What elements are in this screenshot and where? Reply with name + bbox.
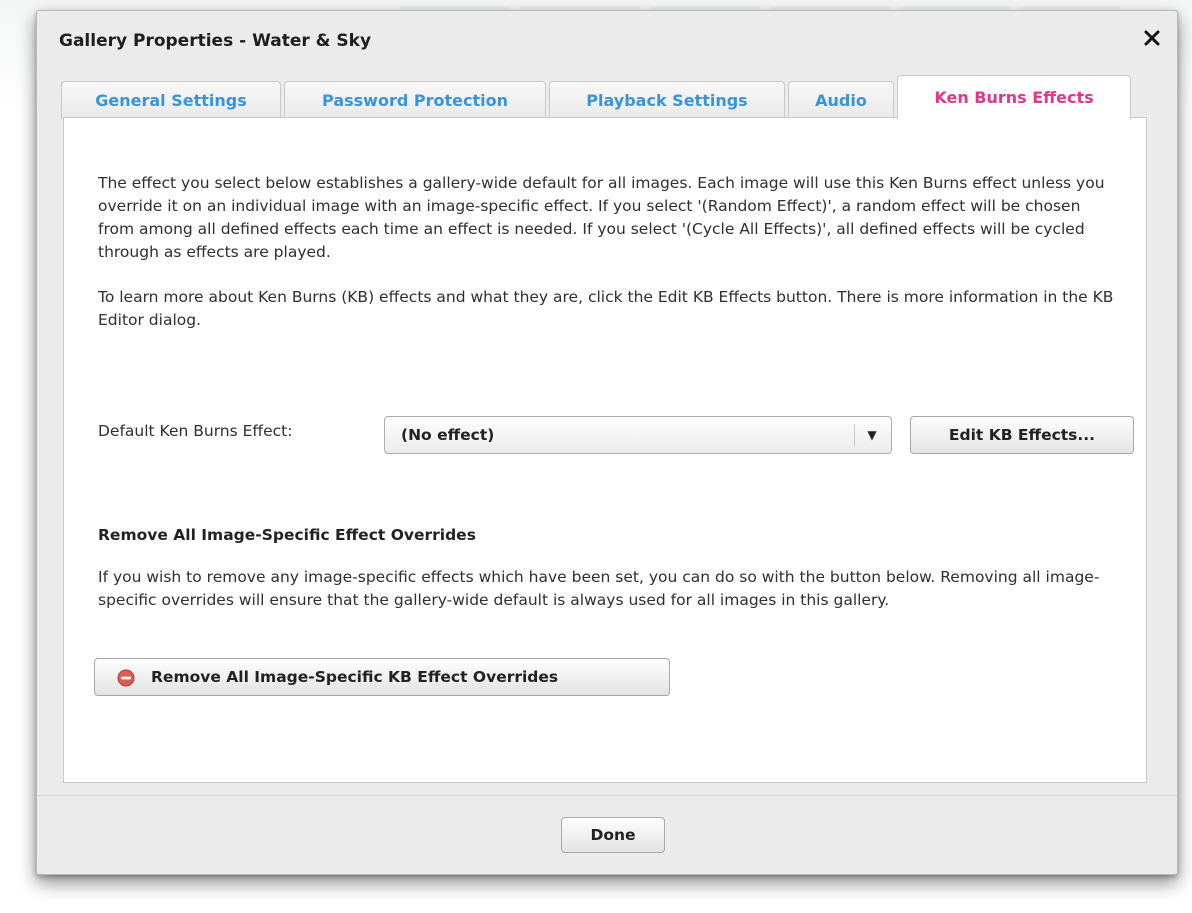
remove-overrides-button[interactable]: Remove All Image-Specific KB Effect Over… — [94, 658, 670, 696]
remove-overrides-heading: Remove All Image-Specific Effect Overrid… — [98, 526, 476, 544]
minus-circle-icon — [117, 669, 135, 687]
edit-kb-effects-button[interactable]: Edit KB Effects... — [910, 416, 1134, 454]
learn-more-paragraph: To learn more about Ken Burns (KB) effec… — [98, 288, 1114, 329]
tab-audio[interactable]: Audio — [788, 81, 894, 119]
tab-general-settings[interactable]: General Settings — [61, 81, 281, 119]
tab-password-protection[interactable]: Password Protection — [284, 81, 546, 119]
default-effect-value: (No effect) — [401, 426, 495, 444]
footer-divider — [37, 795, 1177, 796]
close-icon — [1144, 30, 1160, 46]
default-effect-label: Default Ken Burns Effect: — [98, 422, 293, 440]
dialog-title: Gallery Properties - Water & Sky — [59, 31, 372, 51]
default-effect-select[interactable]: (No effect) ▼ — [384, 416, 892, 454]
gallery-properties-dialog: Gallery Properties - Water & Sky General… — [36, 10, 1178, 875]
select-divider — [854, 424, 855, 446]
intro-paragraph: The effect you select below establishes … — [98, 174, 1105, 261]
tab-ken-burns-effects[interactable]: Ken Burns Effects — [897, 75, 1131, 119]
remove-overrides-label: Remove All Image-Specific KB Effect Over… — [151, 668, 559, 686]
tab-playback-settings[interactable]: Playback Settings — [549, 81, 785, 119]
chevron-down-icon: ▼ — [867, 428, 877, 442]
tab-bar: General Settings Password Protection Pla… — [61, 75, 1134, 119]
ken-burns-panel: The effect you select below establishes … — [63, 117, 1147, 783]
remove-overrides-paragraph: If you wish to remove any image-specific… — [98, 568, 1100, 609]
close-button[interactable] — [1139, 25, 1165, 51]
done-button[interactable]: Done — [561, 817, 665, 853]
